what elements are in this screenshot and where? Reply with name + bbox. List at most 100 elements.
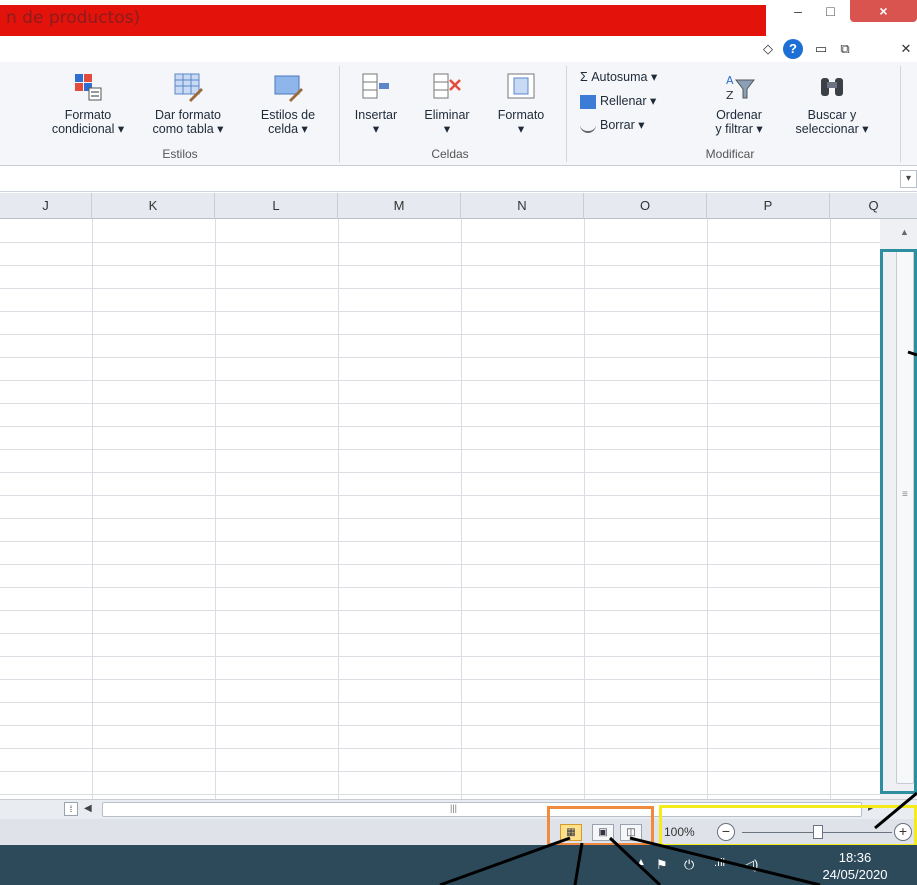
workbook-minimize-icon[interactable]: ▭ [812,39,830,59]
sort-filter-icon: A Z [726,74,756,102]
close-button[interactable]: × [850,0,917,22]
dar-formato-tabla-button[interactable]: Dar formato como tabla ▾ [144,72,232,136]
expand-formula-bar-button[interactable]: ▾ [900,170,917,188]
row-gridline [0,587,880,588]
ordenar-label-2: y filtrar ▾ [715,122,763,136]
celdas-group-label: Celdas [431,147,469,161]
workbook-close-icon[interactable]: ✕ [896,39,916,59]
row-gridline [0,748,880,749]
scroll-grip-icon: ||| [450,803,458,813]
scroll-up-icon[interactable]: ▲ [900,227,909,237]
row-gridline [0,357,880,358]
row-gridline [0,564,880,565]
rellenar-button[interactable]: Rellenar ▾ [580,92,656,110]
formato-label-2: condicional ▾ [51,122,125,136]
row-gridline [0,449,880,450]
column-gridline [215,219,216,799]
show-hidden-icons-icon[interactable]: ▲ [636,857,646,868]
view-buttons-annotation-box [547,806,654,846]
column-gridline [461,219,462,799]
row-gridline [0,472,880,473]
estilos-celda-button[interactable]: Estilos de celda ▾ [246,72,330,136]
insertar-button[interactable]: Insertar ▾ [346,72,406,136]
column-header-p[interactable]: P [707,193,830,219]
volume-icon[interactable]: ◁) [744,857,758,873]
buscar-label-2: seleccionar ▾ [795,122,869,136]
row-gridline [0,541,880,542]
column-header-j[interactable]: J [0,193,92,219]
column-gridline [707,219,708,799]
binoculars-icon [821,78,843,96]
group-divider [566,66,567,162]
workbook-restore-icon[interactable]: ⧉ [836,39,854,59]
row-gridline [0,288,880,289]
power-icon[interactable]: ⏻ [684,857,694,873]
column-header-o[interactable]: O [584,193,707,219]
clock-time: 18:36 [838,850,872,865]
column-gridline [584,219,585,799]
estilos-celda-label-2: celda ▾ [268,122,308,136]
row-gridline [0,380,880,381]
rellenar-label: Rellenar ▾ [600,94,657,108]
network-signal-icon[interactable]: .ıll [714,857,725,869]
row-gridline [0,725,880,726]
taskbar: ▲ ⚑ ⏻ .ıll ◁) 18:36 24/05/2020 [0,845,917,885]
column-header-k[interactable]: K [92,193,215,219]
column-gridline [92,219,93,799]
svg-text:A: A [726,74,734,87]
row-gridline [0,265,880,266]
row-gridline [0,242,880,243]
group-divider [900,66,901,162]
row-gridline [0,495,880,496]
sheet-nav-icon[interactable]: ⁞ [64,802,78,816]
row-gridline [0,656,880,657]
eliminar-button[interactable]: Eliminar ▾ [412,72,482,136]
scrollbar-annotation-box [880,249,917,794]
borrar-button[interactable]: Borrar ▾ [580,116,644,134]
format-as-table-icon [174,73,203,102]
minimize-ribbon-icon[interactable]: ◇ [758,39,778,59]
column-header-l[interactable]: L [215,193,338,219]
row-gridline [0,518,880,519]
column-headers: J K L M N O P Q [0,193,917,219]
help-icon[interactable]: ? [783,39,803,59]
formula-bar[interactable]: ▾ [0,166,917,192]
format-cells-icon [507,73,535,99]
borrar-label: Borrar ▾ [600,118,645,132]
formato-button[interactable]: Formato ▾ [486,72,556,136]
row-gridline [0,334,880,335]
estilos-group-label: Estilos [162,147,198,161]
formato-label: Formato [497,108,545,122]
eliminar-label: Eliminar [424,108,470,122]
insertar-dropdown: ▾ [372,122,380,136]
column-header-m[interactable]: M [338,193,461,219]
formato-condicional-button[interactable]: Formato condicional ▾ [48,72,128,136]
worksheet-grid[interactable] [0,219,880,799]
autosuma-button[interactable]: Σ Autosuma ▾ [580,68,657,86]
buscar-label-1: Buscar y [807,108,857,122]
zoom-annotation-box [659,805,917,847]
column-header-q[interactable]: Q [830,193,917,219]
row-gridline [0,702,880,703]
title-bar: n de productos) – □ × [0,0,917,36]
row-gridline [0,311,880,312]
eliminar-dropdown: ▾ [443,122,451,136]
svg-text:Z: Z [726,89,734,102]
column-header-n[interactable]: N [461,193,584,219]
buscar-seleccionar-button[interactable]: Buscar y seleccionar ▾ [784,72,880,136]
scroll-left-icon[interactable]: ◀ [84,803,92,814]
maximize-button[interactable]: □ [813,0,848,22]
minimize-button[interactable]: – [783,0,813,22]
row-gridline [0,633,880,634]
dar-formato-label-2: como tabla ▾ [152,122,224,136]
ordenar-filtrar-button[interactable]: A Z Ordenar y filtrar ▾ [706,72,772,136]
taskbar-clock[interactable]: 18:36 24/05/2020 [815,849,895,883]
cell-styles-icon [274,75,303,102]
clock-date: 24/05/2020 [822,867,888,882]
estilos-celda-label-1: Estilos de [260,108,316,122]
row-gridline [0,610,880,611]
insert-cells-icon [362,73,389,99]
flag-icon[interactable]: ⚑ [656,857,668,873]
row-gridline [0,794,880,795]
ribbon-controls-row: ◇ ? ▭ ⧉ ✕ [0,36,917,62]
